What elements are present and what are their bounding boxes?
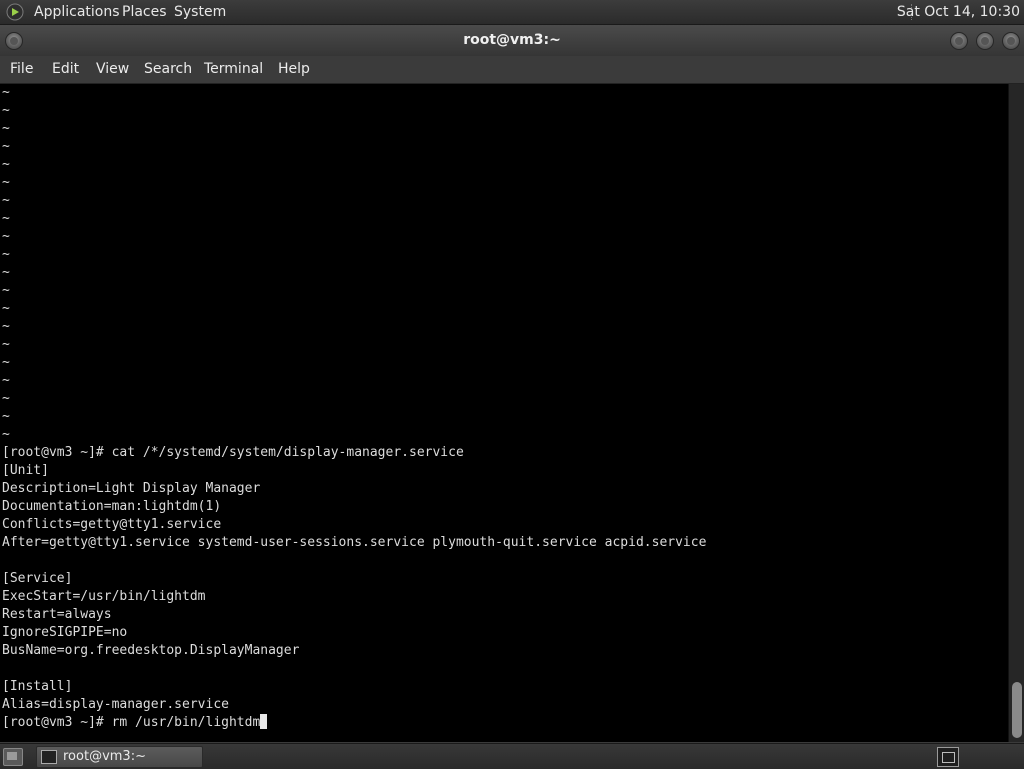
minimize-button[interactable]	[950, 32, 968, 50]
prompt-text: [root@vm3 ~]# rm /usr/bin/lightdm	[2, 715, 261, 730]
menu-edit[interactable]: Edit	[52, 61, 79, 78]
empty-buffer-line: ~	[2, 193, 10, 208]
terminal-line: BusName=org.freedesktop.DisplayManager	[2, 643, 300, 658]
empty-buffer-line: ~	[2, 427, 10, 442]
terminal-line: [Install]	[2, 679, 73, 694]
empty-buffer-line: ~	[2, 319, 10, 334]
applications-menu[interactable]: Applications	[34, 3, 120, 21]
empty-buffer-line: ~	[2, 373, 10, 388]
empty-buffer-line: ~	[2, 211, 10, 226]
window-titlebar[interactable]: root@vm3:~	[0, 25, 1024, 56]
empty-buffer-line: ~	[2, 157, 10, 172]
menu-view[interactable]: View	[96, 61, 129, 78]
terminal-line: IgnoreSIGPIPE=no	[2, 625, 128, 640]
menu-file[interactable]: File	[10, 61, 33, 78]
text-cursor	[260, 714, 268, 729]
empty-buffer-line: ~	[2, 103, 10, 118]
terminal-line: Conflicts=getty@tty1.service	[2, 517, 222, 532]
maximize-button[interactable]	[976, 32, 994, 50]
empty-buffer-line: ~	[2, 337, 10, 352]
menu-help[interactable]: Help	[278, 61, 310, 78]
menu-terminal[interactable]: Terminal	[204, 61, 263, 78]
close-button[interactable]	[1002, 32, 1020, 50]
terminal-output[interactable]: ~ ~ ~ ~ ~ ~ ~ ~ ~ ~ ~ ~ ~ ~ ~ ~ ~ ~ ~ ~ [root@vm3 ~]# cat /*…	[0, 84, 1008, 742]
places-menu[interactable]: Places	[122, 3, 167, 21]
taskbar-terminal-item[interactable]: root@vm3:~	[36, 746, 203, 768]
terminal-scrollbar[interactable]	[1008, 84, 1024, 742]
terminal-line: ExecStart=/usr/bin/lightdm	[2, 589, 206, 604]
top-panel: Applications Places System Sat Oct 14, 1…	[0, 0, 1024, 25]
terminal-line: Description=Light Display Manager	[2, 481, 261, 496]
terminal-line: [Service]	[2, 571, 73, 586]
terminal-lines: ~ ~ ~ ~ ~ ~ ~ ~ ~ ~ ~ ~ ~ ~ ~ ~ ~ ~ ~ ~ [root@vm3 ~]# cat /*…	[2, 84, 706, 732]
show-desktop-icon[interactable]	[3, 748, 23, 766]
system-menu[interactable]: System	[174, 3, 226, 21]
menubar: File Edit View Search Terminal Help	[0, 56, 1024, 84]
empty-buffer-line: ~	[2, 229, 10, 244]
empty-buffer-line: ~	[2, 85, 10, 100]
gnome-foot-icon[interactable]	[6, 3, 24, 21]
terminal-line: [root@vm3 ~]# cat /*/systemd/system/disp…	[2, 445, 464, 460]
empty-buffer-line: ~	[2, 355, 10, 370]
empty-buffer-line: ~	[2, 283, 10, 298]
empty-buffer-line: ~	[2, 301, 10, 316]
clock[interactable]: Sat Oct 14, 10:30	[897, 3, 1020, 21]
empty-buffer-line: ~	[2, 247, 10, 262]
taskbar-item-label: root@vm3:~	[63, 749, 146, 764]
terminal-icon	[41, 750, 57, 764]
terminal-line: Restart=always	[2, 607, 112, 622]
terminal-line: After=getty@tty1.service systemd-user-se…	[2, 535, 707, 550]
prompt-line[interactable]: [root@vm3 ~]# rm /usr/bin/lightdm	[2, 714, 706, 732]
window-title: root@vm3:~	[463, 32, 561, 48]
empty-buffer-line: ~	[2, 409, 10, 424]
empty-buffer-line: ~	[2, 391, 10, 406]
scrollbar-thumb[interactable]	[1012, 682, 1022, 738]
terminal-line: [Unit]	[2, 463, 49, 478]
terminal-line: Alias=display-manager.service	[2, 697, 229, 712]
terminal-line: Documentation=man:lightdm(1)	[2, 499, 222, 514]
empty-buffer-line: ~	[2, 139, 10, 154]
empty-buffer-line: ~	[2, 121, 10, 136]
menu-search[interactable]: Search	[144, 61, 192, 78]
workspace-switcher[interactable]	[937, 747, 959, 767]
empty-buffer-line: ~	[2, 175, 10, 190]
empty-buffer-line: ~	[2, 265, 10, 280]
bottom-panel: root@vm3:~	[0, 743, 1024, 769]
